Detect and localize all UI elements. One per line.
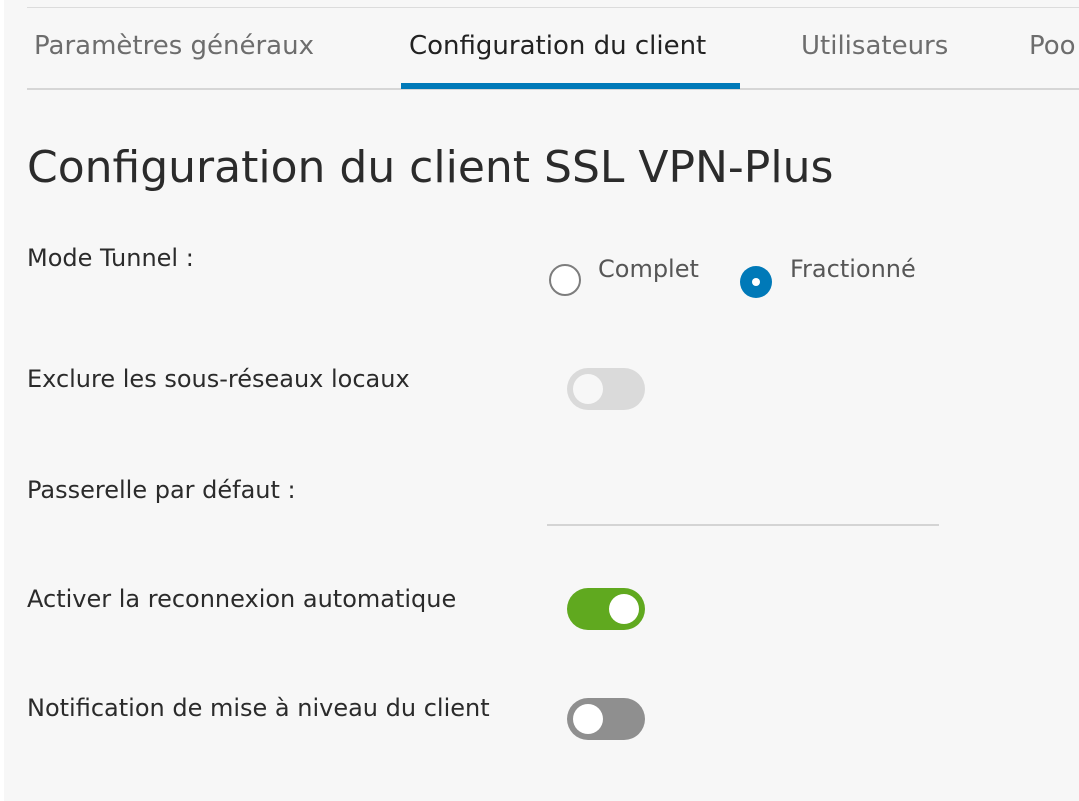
radio-complete[interactable] [549,264,581,296]
tunnel-mode-label: Mode Tunnel : [27,244,194,272]
radio-complete-label[interactable]: Complet [598,255,699,283]
tab-pools-truncated[interactable]: Poo [1029,31,1076,61]
upgrade-notification-toggle[interactable] [567,698,645,740]
auto-reconnect-label: Activer la reconnexion automatique [27,585,457,613]
exclude-local-subnets-toggle[interactable] [567,368,645,410]
active-tab-indicator [401,83,740,89]
radio-split-label[interactable]: Fractionné [790,255,916,283]
default-gateway-input[interactable] [547,470,939,526]
toggle-knob [573,374,603,404]
auto-reconnect-toggle[interactable] [567,588,645,630]
left-edge [0,0,4,801]
tab-client-configuration[interactable]: Configuration du client [409,31,706,61]
tab-users[interactable]: Utilisateurs [801,31,948,61]
toggle-knob [573,704,603,734]
default-gateway-label: Passerelle par défaut : [27,476,296,504]
toggle-knob [609,594,639,624]
tab-bar: Paramètres généraux Configuration du cli… [27,8,1079,90]
radio-split[interactable] [740,266,772,298]
exclude-local-subnets-label: Exclure les sous-réseaux locaux [27,365,410,393]
upgrade-notification-label: Notification de mise à niveau du client [27,694,490,722]
tab-general-settings[interactable]: Paramètres généraux [34,31,314,61]
page-title: Configuration du client SSL VPN-Plus [27,142,834,193]
